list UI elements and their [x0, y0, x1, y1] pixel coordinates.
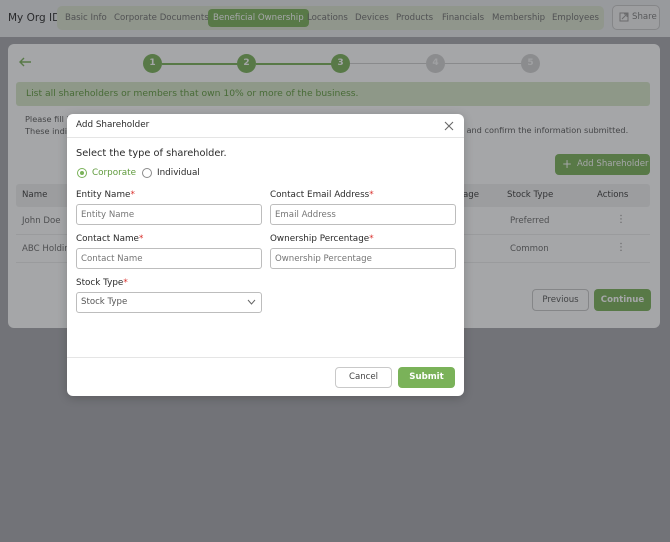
modal-title: Add Shareholder: [76, 120, 150, 130]
cancel-button[interactable]: Cancel: [335, 367, 392, 388]
close-icon[interactable]: [444, 121, 454, 131]
entity-name-input[interactable]: [76, 204, 262, 225]
shareholder-type-prompt: Select the type of shareholder.: [76, 148, 227, 159]
contact-name-label: Contact Name*: [76, 234, 144, 244]
radio-dot: [77, 168, 87, 178]
contact-email-label: Contact Email Address*: [270, 190, 374, 200]
add-shareholder-modal: Add Shareholder Select the type of share…: [67, 114, 464, 396]
radio-individual-label: Individual: [157, 168, 200, 178]
stock-type-select[interactable]: Stock Type: [76, 292, 262, 313]
radio-corporate[interactable]: Corporate: [77, 168, 147, 180]
radio-corporate-label: Corporate: [92, 168, 136, 178]
contact-name-input[interactable]: [76, 248, 262, 269]
submit-button[interactable]: Submit: [398, 367, 455, 388]
radio-dot: [142, 168, 152, 178]
entity-name-label: Entity Name*: [76, 190, 135, 200]
radio-individual[interactable]: Individual: [142, 168, 212, 180]
ownership-percentage-label: Ownership Percentage*: [270, 234, 374, 244]
modal-footer-divider: [67, 357, 464, 358]
chevron-down-icon: [247, 299, 256, 305]
ownership-percentage-input[interactable]: [270, 248, 456, 269]
stock-type-selected: Stock Type: [81, 297, 128, 307]
contact-email-input[interactable]: [270, 204, 456, 225]
stock-type-label: Stock Type*: [76, 278, 128, 288]
modal-divider: [67, 137, 464, 138]
